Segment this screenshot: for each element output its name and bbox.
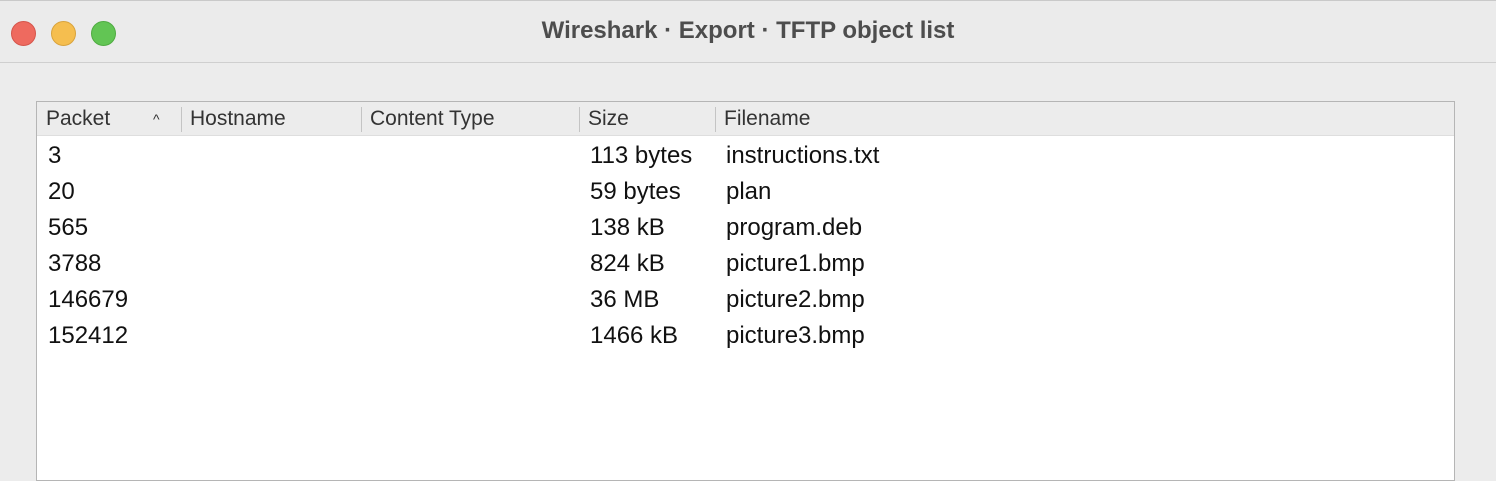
size-cell: 138 kB	[590, 214, 665, 241]
packet-cell: 3	[48, 142, 62, 169]
filename-cell: instructions.txt	[726, 142, 880, 169]
size-cell: 59 bytes	[590, 178, 681, 205]
filename-cell: picture3.bmp	[726, 322, 865, 349]
packet-cell: 146679	[48, 286, 129, 313]
window-title: Wireshark · Export · TFTP object list	[541, 17, 955, 44]
export-tftp-window: Wireshark · Export · TFTP object list Pa…	[0, 0, 1496, 481]
table-header: Packet ^ Hostname Content Type Size File…	[37, 102, 1454, 136]
filename-cell: picture1.bmp	[726, 250, 865, 277]
table-row[interactable]: 152412 1466 kB picture3.bmp	[37, 318, 1454, 354]
filename-cell: plan	[726, 178, 772, 205]
packet-cell: 565	[48, 214, 89, 241]
table-row[interactable]: 146679 36 MB picture2.bmp	[37, 282, 1454, 318]
packet-cell: 152412	[48, 322, 129, 349]
packet-cell: 20	[48, 178, 75, 205]
sort-ascending-icon: ^	[153, 111, 160, 127]
column-header-size[interactable]: Size	[579, 102, 715, 136]
size-cell: 1466 kB	[590, 322, 679, 349]
size-cell: 113 bytes	[590, 142, 693, 169]
packet-cell: 3788	[48, 250, 102, 277]
table-row[interactable]: 3 113 bytes instructions.txt	[37, 138, 1454, 174]
column-header-hostname[interactable]: Hostname	[181, 102, 361, 136]
size-cell: 824 kB	[590, 250, 665, 277]
column-header-filename[interactable]: Filename	[715, 102, 1453, 136]
title-bar[interactable]: Wireshark · Export · TFTP object list	[0, 1, 1496, 63]
object-list-table[interactable]: Packet ^ Hostname Content Type Size File…	[36, 101, 1455, 481]
table-row[interactable]: 565 138 kB program.deb	[37, 210, 1454, 246]
table-row[interactable]: 20 59 bytes plan	[37, 174, 1454, 210]
size-cell: 36 MB	[590, 286, 660, 313]
filename-cell: picture2.bmp	[726, 286, 865, 313]
filename-cell: program.deb	[726, 214, 863, 241]
column-header-content-type[interactable]: Content Type	[361, 102, 579, 136]
table-row[interactable]: 3788 824 kB picture1.bmp	[37, 246, 1454, 282]
